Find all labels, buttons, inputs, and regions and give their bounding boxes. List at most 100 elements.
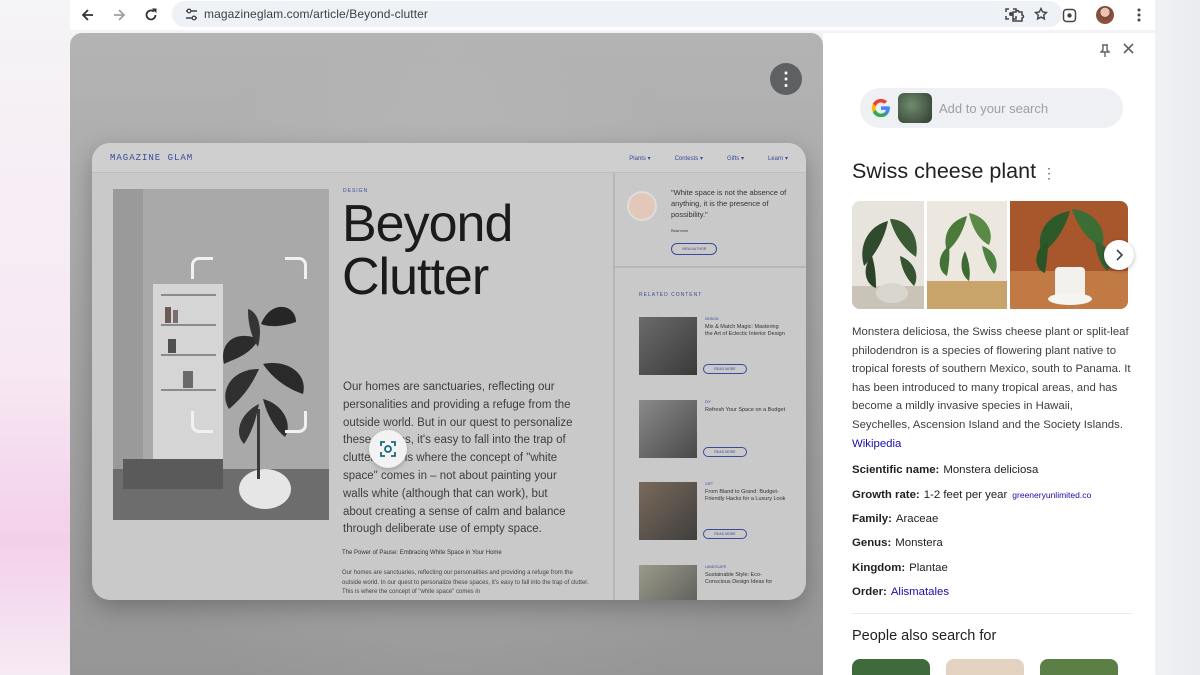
related-tag: DIY: [705, 400, 711, 404]
entity-title-text: Swiss cheese plant: [852, 159, 1037, 183]
fact-value: Monstera: [895, 537, 943, 550]
browser-toolbar: magazineglam.com/article/Beyond-clutter: [70, 0, 1155, 30]
address-bar[interactable]: magazineglam.com/article/Beyond-clutter: [172, 1, 1062, 27]
screenshot-icon[interactable]: [1056, 2, 1082, 28]
related-tag: DESIGN: [705, 317, 719, 321]
related-item[interactable]: LANDSCAPE Sustainable Style: Eco-Conscio…: [639, 565, 799, 600]
background-edge: [1150, 0, 1200, 675]
fact-row: Growth rate: 1-2 feet per year greeneryunl…: [852, 482, 1142, 506]
related-search-image[interactable]: [1040, 659, 1118, 675]
url-text: magazineglam.com/article/Beyond-clutter: [204, 7, 428, 21]
fact-value: Monstera deliciosa: [943, 464, 1039, 477]
lens-side-panel: Add to your search Swiss cheese plant ⋮: [823, 33, 1155, 675]
related-title[interactable]: Refresh Your Space on a Budget: [705, 407, 787, 414]
related-item[interactable]: DIY Refresh Your Space on a Budget READ …: [639, 400, 799, 470]
section-divider: [852, 613, 1132, 614]
fact-value: Araceae: [895, 512, 939, 525]
article-sidebar: "White space is not the absence of anyth…: [613, 173, 806, 600]
plant-image[interactable]: [927, 201, 1007, 309]
read-more-button[interactable]: READ MORE: [703, 529, 747, 539]
profile-avatar[interactable]: [1092, 2, 1118, 28]
more-vert-icon[interactable]: [1126, 2, 1152, 28]
related-title[interactable]: From Bland to Grand: Budget-Friendly Hac…: [705, 489, 787, 503]
fact-row: Genus: Monstera: [852, 531, 1142, 555]
chevron-right-icon[interactable]: [1104, 240, 1134, 270]
more-vert-icon[interactable]: ⋮: [1042, 165, 1056, 181]
frame-corner[interactable]: [285, 257, 307, 279]
related-label: RELATED CONTENT: [639, 292, 703, 298]
related-tag: LANDSCAPE: [705, 565, 727, 569]
view-author-button[interactable]: VIEW AUTHOR: [671, 243, 717, 255]
fact-label: Family:: [852, 512, 892, 525]
fact-value: 1-2 feet per year: [923, 488, 1008, 501]
nav-link-learn[interactable]: Learn ▾: [768, 155, 788, 162]
headline-line: Clutter: [342, 248, 489, 306]
related-thumbnail: [639, 482, 697, 540]
author-avatar: [627, 191, 657, 221]
nav-link-plants[interactable]: Plants ▾: [629, 155, 650, 162]
site-nav: Plants ▾ Contests ▾ Gifts ▾ Learn ▾: [629, 143, 788, 173]
source-link[interactable]: greeneryunlimited.co: [1012, 490, 1091, 500]
related-title[interactable]: Sustainable Style: Eco-Conscious Design …: [705, 572, 787, 586]
related-thumbnail: [639, 565, 697, 600]
lens-search-button[interactable]: [369, 430, 407, 468]
star-icon[interactable]: [1028, 1, 1054, 27]
related-item[interactable]: DESIGN Mix & Match Magic: Mastering the …: [639, 317, 799, 387]
google-logo-icon: [871, 98, 890, 118]
people-also-search-heading: People also search for: [852, 628, 997, 644]
site-header: MAGAZINE GLAM Plants ▾ Contests ▾ Gifts …: [92, 143, 806, 173]
quote-author: Read more: [671, 229, 689, 233]
fact-label: Scientific name:: [852, 464, 940, 477]
selected-image-chip[interactable]: [898, 93, 932, 123]
wikipedia-link[interactable]: Wikipedia: [852, 438, 901, 450]
description-text: Monstera deliciosa, the Swiss cheese pla…: [852, 326, 1131, 431]
fact-label: Order:: [852, 586, 887, 599]
headline-line: Beyond: [342, 195, 513, 253]
nav-link-contests[interactable]: Contests ▾: [675, 155, 703, 162]
fact-label: Growth rate:: [852, 488, 920, 501]
site-brand[interactable]: MAGAZINE GLAM: [110, 153, 193, 163]
related-tag: GIFT: [705, 482, 713, 486]
plant-image[interactable]: [852, 201, 924, 309]
fact-value: Plantae: [909, 561, 948, 574]
fact-row: Kingdom: Plantae: [852, 556, 1142, 580]
related-thumbnail: [639, 317, 697, 375]
lens-search-box[interactable]: Add to your search: [860, 88, 1123, 128]
pin-icon[interactable]: [1099, 44, 1111, 60]
frame-corner[interactable]: [191, 411, 213, 433]
arrow-right-icon[interactable]: [106, 2, 132, 28]
order-link[interactable]: Alismatales: [891, 586, 949, 598]
page-viewport[interactable]: ⋮ MAGAZINE GLAM Plants ▾ Contests ▾ Gift…: [70, 33, 823, 675]
search-input[interactable]: Add to your search: [939, 101, 1048, 116]
article-small-body: Our homes are sanctuaries, reflecting ou…: [342, 570, 589, 595]
entity-title: Swiss cheese plant ⋮: [852, 159, 1056, 184]
reload-icon[interactable]: [138, 2, 164, 28]
more-vert-icon[interactable]: ⋮: [770, 63, 802, 95]
fact-row: Scientific name: Monstera deliciosa: [852, 458, 1142, 482]
article-headline: Beyond Clutter: [342, 195, 513, 306]
related-search-image[interactable]: [852, 659, 930, 675]
frame-corner[interactable]: [285, 411, 307, 433]
fact-row: Family: Araceae: [852, 507, 1142, 531]
image-carousel[interactable]: [852, 201, 1128, 309]
read-more-button[interactable]: READ MORE: [703, 447, 747, 457]
read-more-button[interactable]: READ MORE: [703, 364, 747, 374]
article-subhead: The Power of Pause: Embracing White Spac…: [342, 550, 502, 556]
related-search-image[interactable]: [946, 659, 1024, 675]
quote-text: "White space is not the absence of anyth…: [671, 188, 787, 219]
lens-selection-frame[interactable]: [191, 257, 307, 433]
entity-description: Monstera deliciosa, the Swiss cheese pla…: [852, 323, 1134, 453]
related-title[interactable]: Mix & Match Magic: Mastering the Art of …: [705, 324, 787, 338]
close-icon[interactable]: [1123, 41, 1134, 59]
fact-label: Genus:: [852, 537, 892, 550]
people-also-search-row: [852, 659, 1132, 675]
arrow-left-icon[interactable]: [75, 2, 101, 28]
related-item[interactable]: GIFT From Bland to Grand: Budget-Friendl…: [639, 482, 799, 552]
quote-card: "White space is not the absence of anyth…: [615, 173, 806, 268]
frame-corner[interactable]: [191, 257, 213, 279]
tune-icon[interactable]: [178, 8, 204, 21]
lens-icon: [380, 441, 396, 457]
fact-label: Kingdom:: [852, 561, 906, 574]
nav-link-gifts[interactable]: Gifts ▾: [727, 155, 744, 162]
extensions-icon[interactable]: [1005, 2, 1031, 28]
